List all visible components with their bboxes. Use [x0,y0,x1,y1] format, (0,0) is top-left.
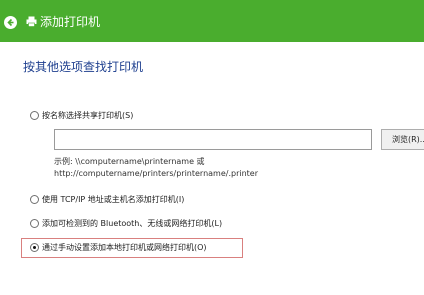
window-title: 添加打印机 [40,15,101,29]
page-heading: 按其他选项查找打印机 [23,60,144,74]
option-label: 通过手动设置添加本地打印机或网络打印机(O) [42,243,207,252]
option-label: 按名称选择共享打印机(S) [42,111,134,120]
title-bar: 添加打印机 [0,0,424,42]
option-label: 添加可检测到的 Bluetooth、无线或网络打印机(L) [42,219,223,228]
example-text: 示例: \\computername\printername 或 http://… [54,156,258,180]
example-line-2: http://computername/printers/printername… [54,169,259,178]
back-button[interactable] [4,16,17,29]
browse-button[interactable]: 浏览(R)... [381,129,424,150]
printer-icon [26,16,37,27]
example-line-1: 示例: \\computername\printername 或 [54,157,205,166]
option-label: 使用 TCP/IP 地址或主机名添加打印机(I) [42,195,185,204]
back-arrow-icon [7,18,14,27]
shared-printer-name-input[interactable] [54,129,372,150]
radio-manual-local[interactable] [30,243,39,252]
radio-shared-printer[interactable] [30,111,39,120]
radio-bluetooth-wireless[interactable] [30,219,39,228]
radio-tcpip[interactable] [30,195,39,204]
